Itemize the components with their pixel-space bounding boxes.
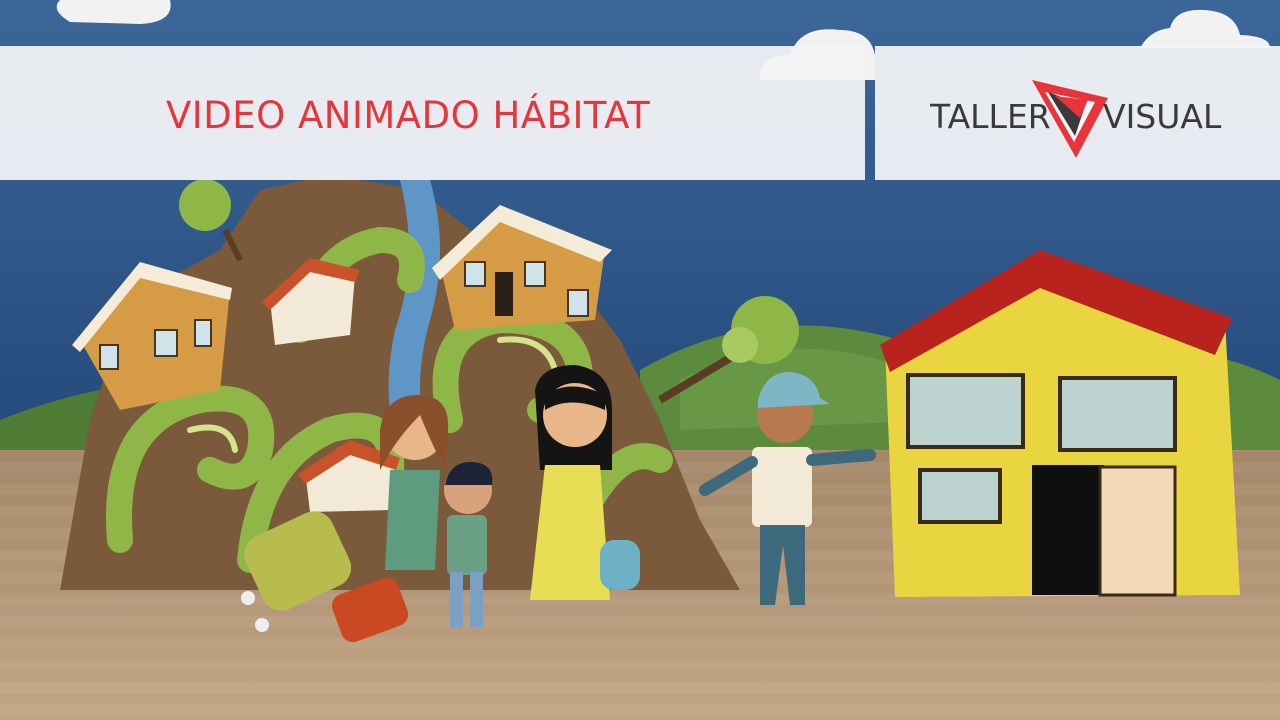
title-banner: VIDEO ANIMADO HÁBITAT [0, 46, 865, 180]
taller-visual-logo[interactable]: TALLER VISUAL [930, 78, 1230, 162]
logo-left-word: TALLER [930, 97, 1051, 136]
logo-right-word: VISUAL [1103, 97, 1222, 136]
video-title: VIDEO ANIMADO HÁBITAT [166, 93, 651, 137]
